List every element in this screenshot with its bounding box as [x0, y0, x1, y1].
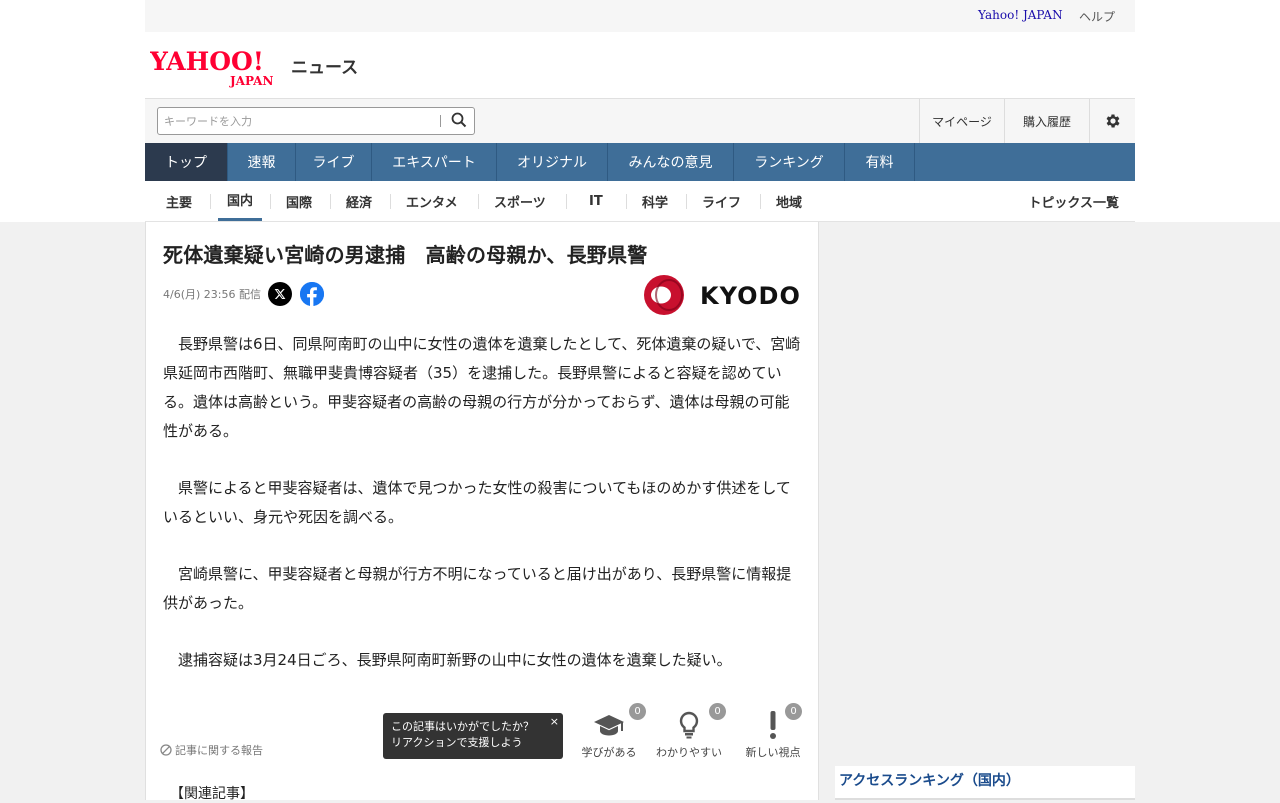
access-ranking-title[interactable]: アクセスランキング（国内）: [839, 770, 1020, 790]
main-nav: トップ 速報 ライブ エキスパート オリジナル みんなの意見 ランキング 有料: [145, 143, 1135, 181]
sub-nav-world[interactable]: 国際: [286, 181, 312, 221]
reaction-tooltip: この記事はいかがでしたか？ リアクションで支援しよう ×: [383, 713, 563, 759]
sub-nav-domestic[interactable]: 国内: [218, 181, 262, 221]
sub-nav-sports[interactable]: スポーツ: [494, 181, 546, 221]
sub-nav-main[interactable]: 主要: [166, 181, 192, 221]
article-paragraph: 県警によると甲斐容疑者は、遺体で見つかった女性の殺害についてもほのめかす供述をし…: [163, 479, 791, 526]
user-links: マイページ 購入履歴: [919, 99, 1135, 143]
sub-nav-divider: [686, 194, 687, 209]
search-input[interactable]: [158, 108, 438, 134]
sub-nav: 主要 国内 国際 経済 エンタメ スポーツ IT 科学 ライフ 地域 トピックス…: [145, 181, 1135, 222]
reaction-clear-button[interactable]: 0 わかりやすい: [654, 703, 726, 762]
related-articles-heading: 【関連記事】: [170, 786, 254, 802]
search-divider: [440, 115, 441, 127]
sub-nav-science[interactable]: 科学: [642, 181, 668, 221]
sub-nav-entertainment[interactable]: エンタメ: [406, 181, 458, 221]
main-nav-opinion[interactable]: みんなの意見: [608, 143, 734, 181]
article-title: 死体遺棄疑い宮崎の男逮捕 高齢の母親か、長野県警: [163, 243, 648, 267]
logo-brand-top: YAHOO!: [150, 47, 264, 76]
article-body: 長野県警は6日、同県阿南町の山中に女性の遺体を遺棄したとして、死体遺棄の疑いで、…: [163, 330, 803, 703]
settings-button[interactable]: [1089, 99, 1135, 143]
tooltip-line-1: この記事はいかがでしたか？: [391, 720, 534, 733]
report-article-link[interactable]: 記事に関する報告: [160, 742, 263, 758]
sub-nav-divider: [566, 194, 567, 209]
x-logo-icon: [274, 289, 286, 299]
search-button[interactable]: [448, 111, 470, 131]
sub-nav-divider: [330, 194, 331, 209]
search-row: マイページ 購入履歴: [145, 98, 1135, 143]
logo-service: ニュース: [291, 58, 358, 78]
reaction-count: 0: [629, 703, 646, 720]
article-date: 4/6(月) 23:56 配信: [163, 288, 261, 301]
topics-list-link[interactable]: トピックス一覧: [1028, 181, 1119, 221]
main-nav-expert[interactable]: エキスパート: [372, 143, 497, 181]
sub-nav-local[interactable]: 地域: [776, 181, 802, 221]
main-nav-ranking[interactable]: ランキング: [734, 143, 845, 181]
help-link[interactable]: ヘルプ: [1079, 8, 1115, 25]
sub-nav-divider: [210, 194, 211, 209]
mypage-link[interactable]: マイページ: [919, 99, 1004, 143]
sub-nav-life[interactable]: ライフ: [702, 181, 741, 221]
article-paragraph: 宮崎県警に、甲斐容疑者と母親が行方不明になっていると届け出があり、長野県警に情報…: [163, 565, 792, 612]
reaction-label: 学びがある: [581, 746, 637, 759]
facebook-logo-icon: [300, 282, 324, 306]
yahoo-news-logo[interactable]: YAHOO! JAPAN ニュース: [150, 46, 360, 88]
kyodo-wordmark: KYODO: [700, 282, 799, 310]
sub-nav-divider: [626, 194, 627, 209]
reaction-count: 0: [709, 703, 726, 720]
reaction-new-view-button[interactable]: 0 新しい視点: [738, 703, 808, 762]
main-nav-original[interactable]: オリジナル: [497, 143, 608, 181]
main-nav-flash[interactable]: 速報: [228, 143, 296, 181]
article-paragraph: 逮捕容疑は3月24日ごろ、長野県阿南町新野の山中に女性の遺体を遺棄した疑い。: [178, 651, 732, 669]
graduation-cap-icon: [594, 715, 624, 736]
sub-nav-it[interactable]: IT: [589, 181, 603, 221]
tooltip-close-button[interactable]: ×: [550, 714, 559, 730]
search-box: [157, 107, 475, 135]
sub-nav-divider: [270, 194, 271, 209]
main-nav-live[interactable]: ライブ: [296, 143, 372, 181]
yahoo-japan-link[interactable]: Yahoo! JAPAN: [978, 8, 1063, 22]
sub-nav-divider: [478, 194, 479, 209]
reaction-label: 新しい視点: [745, 746, 801, 759]
article: 死体遺棄疑い宮崎の男逮捕 高齢の母親か、長野県警 4/6(月) 23:56 配信…: [145, 222, 819, 802]
utility-bar: Yahoo! JAPAN ヘルプ: [145, 0, 1135, 32]
sub-nav-economy[interactable]: 経済: [346, 181, 372, 221]
reaction-count: 0: [785, 703, 802, 720]
main-nav-top[interactable]: トップ: [145, 143, 228, 181]
main-nav-paid[interactable]: 有料: [845, 143, 915, 181]
report-label: 記事に関する報告: [175, 744, 263, 757]
sub-nav-divider: [760, 194, 761, 209]
exclamation-icon: [770, 711, 776, 739]
tooltip-line-2: リアクションで支援しよう: [391, 736, 523, 749]
share-x-button[interactable]: [268, 282, 292, 306]
article-paragraph: 長野県警は6日、同県阿南町の山中に女性の遺体を遺棄したとして、死体遺棄の疑いで、…: [163, 335, 801, 440]
reaction-learn-button[interactable]: 0 学びがある: [574, 703, 646, 762]
purchase-history-link[interactable]: 購入履歴: [1004, 99, 1089, 143]
gear-icon: [1106, 114, 1120, 128]
sub-nav-divider: [390, 194, 391, 209]
reaction-label: わかりやすい: [656, 746, 722, 759]
header: Yahoo! JAPAN ヘルプ YAHOO! JAPAN ニュース マイページ…: [145, 0, 1135, 222]
access-ranking-header: アクセスランキング（国内）: [835, 766, 1135, 800]
kyodo-logo[interactable]: KYODO: [639, 274, 799, 316]
logo-row: YAHOO! JAPAN ニュース: [145, 32, 1135, 98]
lightbulb-icon: [679, 711, 699, 739]
search-icon: [451, 112, 467, 127]
share-facebook-button[interactable]: [300, 282, 324, 306]
prohibited-icon: [160, 744, 172, 756]
logo-brand-bottom: JAPAN: [229, 74, 273, 88]
